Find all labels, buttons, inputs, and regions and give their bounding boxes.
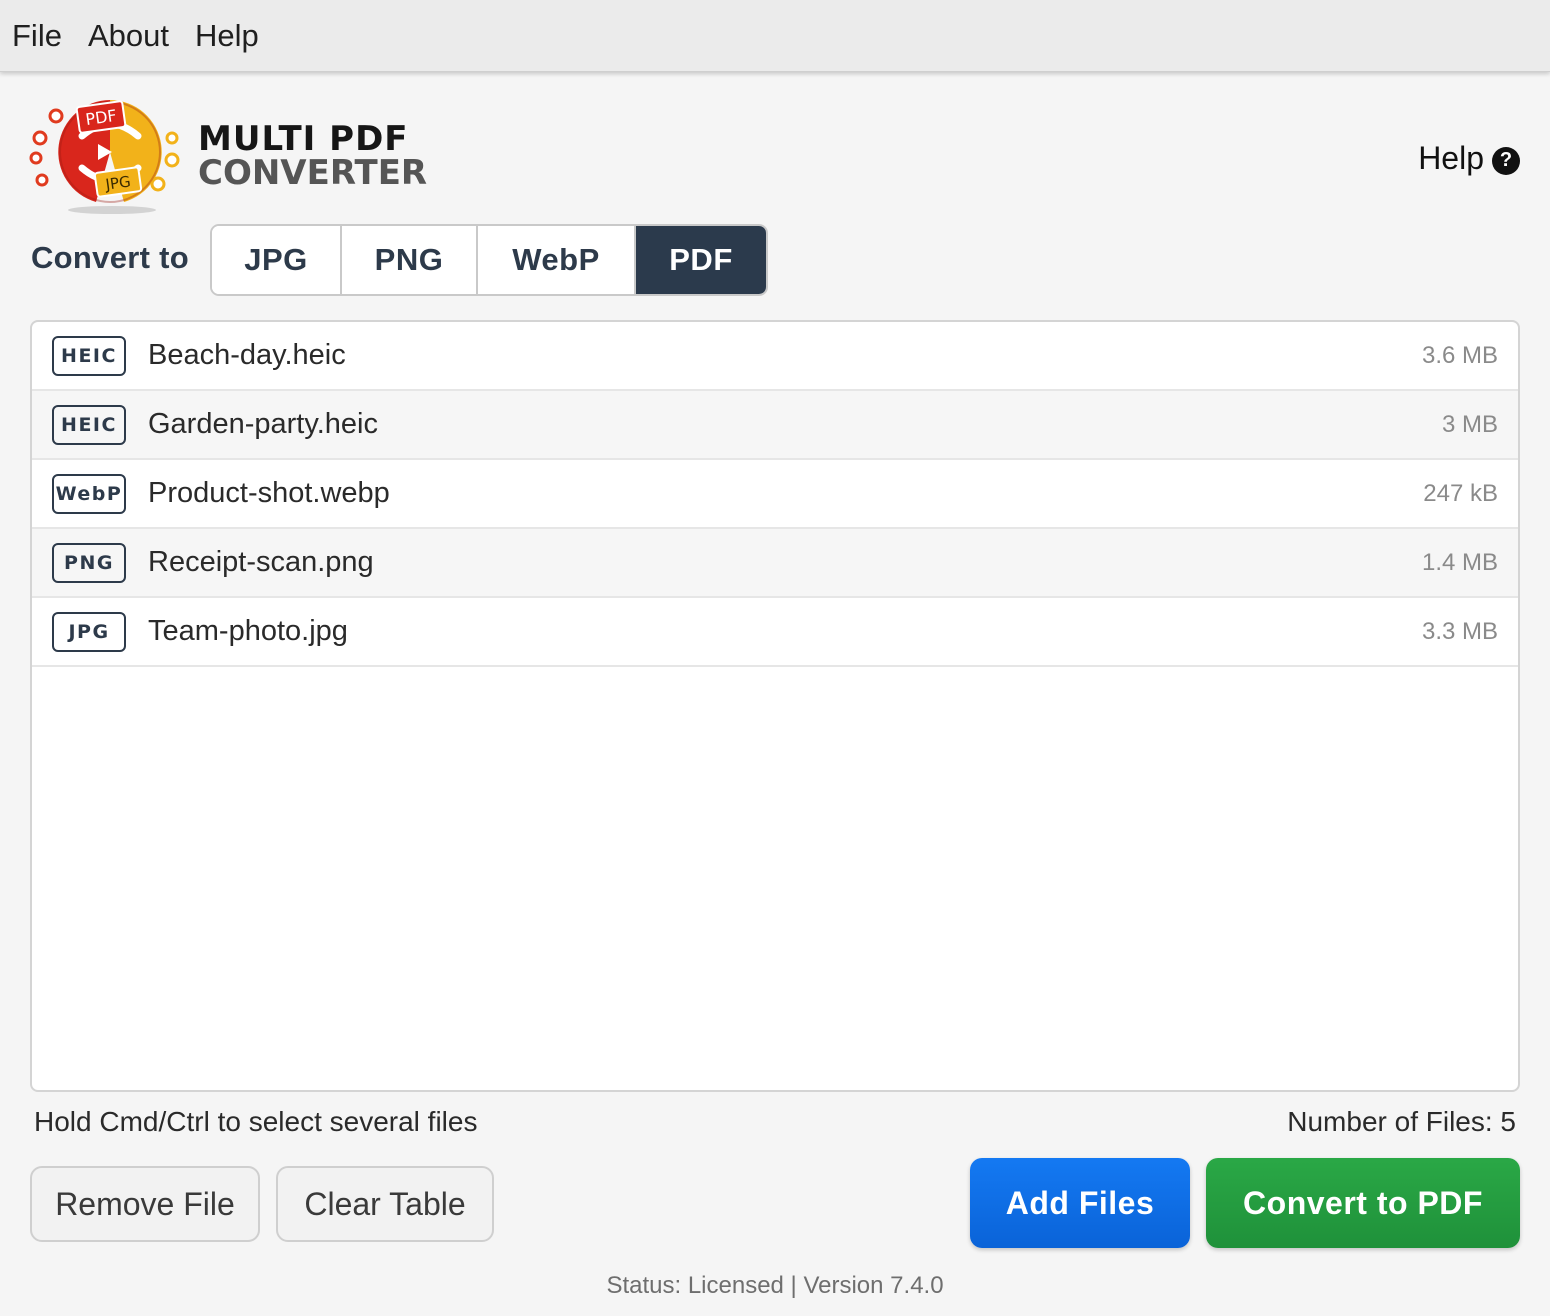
status-bar: Status: Licensed | Version 7.4.0 (606, 1272, 944, 1299)
menu-about[interactable]: About (88, 0, 169, 72)
menu-bar: File About Help (0, 0, 1550, 72)
convert-to-label: Convert to (31, 240, 189, 275)
table-row[interactable]: PNG Receipt-scan.png 1.4 MB (32, 529, 1518, 598)
file-type-badge: PNG (52, 542, 126, 583)
convert-button[interactable]: Convert to PDF (1206, 1158, 1520, 1248)
help-link[interactable]: Help ? (1418, 140, 1520, 177)
file-type-badge: JPG (52, 611, 126, 652)
selection-hint: Hold Cmd/Ctrl to select several files (34, 1106, 478, 1137)
format-option-jpg[interactable]: JPG (212, 226, 342, 294)
file-name: Team-photo.jpg (148, 615, 348, 647)
file-type-badge: HEIC (52, 404, 126, 445)
table-row[interactable]: HEIC Beach-day.heic 3.6 MB (32, 322, 1518, 391)
format-option-webp[interactable]: WebP (478, 226, 636, 294)
file-name: Product-shot.webp (148, 477, 390, 509)
question-circle-icon: ? (1492, 146, 1520, 175)
file-size: 3.6 MB (1421, 341, 1498, 369)
format-option-png[interactable]: PNG (342, 226, 478, 294)
logo-wordmark: MULTI PDF CONVERTER (198, 122, 427, 190)
format-option-pdf[interactable]: PDF (636, 226, 766, 294)
logo-line-1: MULTI PDF (198, 119, 409, 159)
file-size: 3 MB (1441, 410, 1498, 438)
file-size: 1.4 MB (1421, 548, 1498, 576)
table-row[interactable]: WebP Product-shot.webp 247 kB (32, 460, 1518, 529)
file-count: Number of Files: 5 (1287, 1106, 1516, 1137)
table-row[interactable]: HEIC Garden-party.heic 3 MB (32, 391, 1518, 460)
logo-line-2: CONVERTER (198, 153, 428, 193)
table-row[interactable]: JPG Team-photo.jpg 3.3 MB (32, 598, 1518, 667)
menu-help[interactable]: Help (195, 0, 259, 72)
add-files-button[interactable]: Add Files (970, 1158, 1190, 1248)
file-size: 3.3 MB (1421, 617, 1498, 645)
file-table[interactable]: HEIC Beach-day.heic 3.6 MB HEIC Garden-p… (30, 320, 1520, 1092)
help-label: Help (1418, 140, 1484, 176)
menu-file[interactable]: File (12, 0, 62, 72)
file-name: Garden-party.heic (148, 408, 378, 440)
clear-table-button[interactable]: Clear Table (276, 1166, 494, 1242)
file-name: Receipt-scan.png (148, 546, 374, 578)
file-type-badge: WebP (52, 473, 126, 514)
file-type-badge: HEIC (52, 335, 126, 376)
file-name: Beach-day.heic (148, 339, 346, 371)
file-size: 247 kB (1423, 479, 1498, 507)
format-selector: JPG PNG WebP PDF (210, 224, 768, 296)
svg-text:JPG: JPG (103, 172, 131, 193)
remove-file-button[interactable]: Remove File (30, 1166, 260, 1242)
